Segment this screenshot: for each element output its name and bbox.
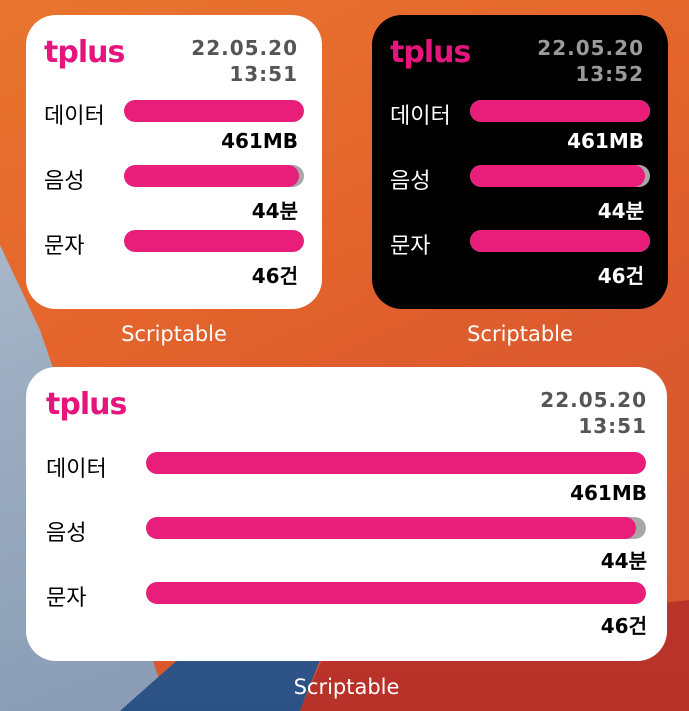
row-value-sms: 46건 bbox=[597, 264, 644, 288]
row-value-sms: 46건 bbox=[251, 264, 298, 288]
widget-small-light[interactable]: tplus 22.05.20 13:51 데이터 461MB 음성 44분 문자… bbox=[26, 15, 322, 309]
row-label-sms: 문자 bbox=[390, 234, 431, 259]
time-text: 13:51 bbox=[578, 414, 647, 438]
row-value-data: 461MB bbox=[567, 129, 644, 153]
progress-fill bbox=[124, 100, 304, 122]
progress-bar-sms bbox=[124, 230, 304, 252]
widget-date: 22.05.20 13:52 bbox=[537, 35, 644, 87]
time-text: 13:52 bbox=[575, 62, 644, 86]
progress-fill bbox=[470, 100, 650, 122]
row-value-data: 461MB bbox=[570, 481, 647, 505]
widget-medium-light[interactable]: tplus 22.05.20 13:51 데이터 461MB 음성 44분 문자… bbox=[26, 367, 667, 661]
progress-bar-data bbox=[146, 452, 646, 474]
tplus-logo: tplus bbox=[390, 35, 471, 70]
progress-fill bbox=[470, 230, 650, 252]
row-value-voice: 44분 bbox=[597, 199, 644, 223]
progress-bar-voice bbox=[146, 517, 646, 539]
widget-small-dark[interactable]: tplus 22.05.20 13:52 데이터 461MB 음성 44분 문자… bbox=[372, 15, 668, 309]
progress-bar-data bbox=[470, 100, 650, 122]
widget-date: 22.05.20 13:51 bbox=[191, 35, 298, 87]
progress-bar-sms bbox=[470, 230, 650, 252]
row-label-data: 데이터 bbox=[46, 457, 107, 482]
progress-bar-voice bbox=[124, 165, 304, 187]
date-text: 22.05.20 bbox=[537, 36, 644, 60]
row-label-voice: 음성 bbox=[390, 169, 431, 194]
time-text: 13:51 bbox=[229, 62, 298, 86]
widget-caption: Scriptable bbox=[121, 322, 227, 346]
progress-fill bbox=[146, 582, 646, 604]
row-value-voice: 44분 bbox=[251, 199, 298, 223]
widget-date: 22.05.20 13:51 bbox=[540, 387, 647, 439]
row-label-voice: 음성 bbox=[46, 521, 87, 546]
progress-fill bbox=[124, 230, 304, 252]
progress-fill bbox=[124, 165, 299, 187]
date-text: 22.05.20 bbox=[540, 388, 647, 412]
progress-fill bbox=[146, 517, 636, 539]
row-value-voice: 44분 bbox=[600, 549, 647, 573]
row-label-voice: 음성 bbox=[44, 169, 85, 194]
widget-caption: Scriptable bbox=[293, 675, 400, 699]
row-label-data: 데이터 bbox=[44, 104, 105, 129]
row-label-data: 데이터 bbox=[390, 104, 451, 129]
progress-fill bbox=[470, 165, 645, 187]
row-value-data: 461MB bbox=[221, 129, 298, 153]
progress-fill bbox=[146, 452, 646, 474]
row-value-sms: 46건 bbox=[600, 614, 647, 638]
row-label-sms: 문자 bbox=[44, 234, 85, 259]
widget-caption: Scriptable bbox=[467, 322, 573, 346]
progress-bar-data bbox=[124, 100, 304, 122]
row-label-sms: 문자 bbox=[46, 586, 87, 611]
tplus-logo: tplus bbox=[46, 387, 127, 422]
progress-bar-sms bbox=[146, 582, 646, 604]
tplus-logo: tplus bbox=[44, 35, 125, 70]
date-text: 22.05.20 bbox=[191, 36, 298, 60]
progress-bar-voice bbox=[470, 165, 650, 187]
